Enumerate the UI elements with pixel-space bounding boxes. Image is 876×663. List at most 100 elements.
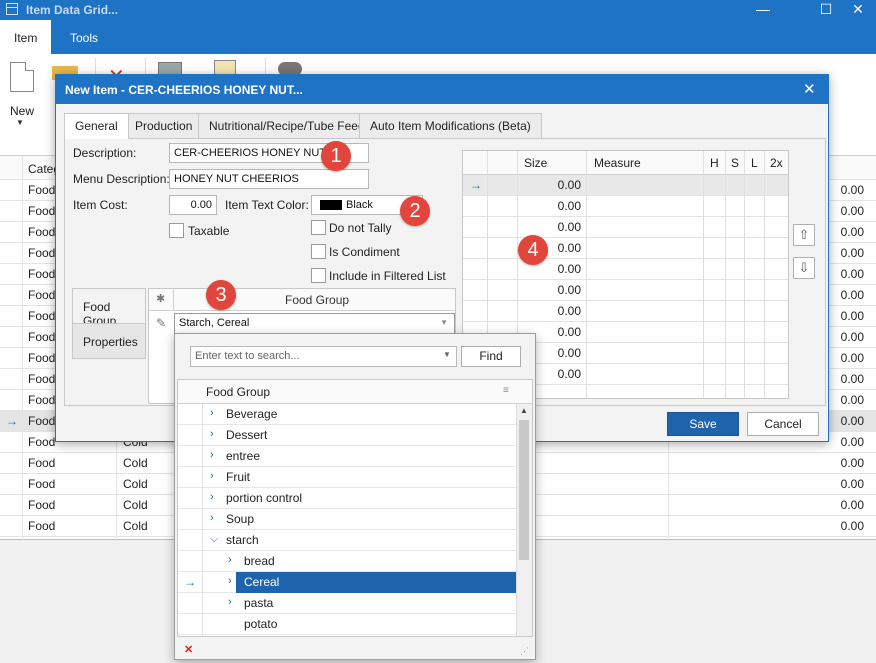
column-header-l[interactable]: L <box>751 156 758 170</box>
menu-tab-tools[interactable]: Tools <box>56 20 112 54</box>
tree-item-label: potato <box>244 617 278 631</box>
cancel-button[interactable]: Cancel <box>747 412 819 436</box>
new-button[interactable]: New <box>10 104 34 118</box>
tree-column-header[interactable]: Food Group <box>206 385 270 399</box>
include-filtered-checkbox[interactable] <box>311 268 326 283</box>
chevron-right-icon[interactable]: › <box>228 575 232 587</box>
tree-item-label: Beverage <box>226 407 278 421</box>
annotation-badge-4: 4 <box>518 235 548 265</box>
tree-scrollbar[interactable]: ▲ <box>516 404 532 636</box>
find-button[interactable]: Find <box>461 346 521 367</box>
grid-divider <box>703 151 704 398</box>
column-header-s[interactable]: S <box>731 156 739 170</box>
lefttab-food-group[interactable]: Food Group <box>72 288 146 328</box>
food-group-column-header[interactable]: Food Group <box>285 293 349 307</box>
move-up-button[interactable]: ⇧ <box>793 224 815 246</box>
food-group-grid-header: ✱ Food Group <box>149 289 455 311</box>
size-row[interactable]: 0.00 <box>463 301 788 322</box>
move-down-button[interactable]: ⇩ <box>793 257 815 279</box>
chevron-right-icon[interactable]: › <box>210 470 214 482</box>
menu-description-field[interactable]: HONEY NUT CHEERIOS <box>169 169 369 189</box>
table-cell-category: Food <box>28 393 56 407</box>
table-cell-temp: Cold <box>123 498 148 512</box>
column-header-h[interactable]: H <box>710 156 719 170</box>
grid-divider <box>586 151 587 398</box>
tree-item-portion-control[interactable]: › portion control <box>178 488 518 509</box>
chevron-down-icon[interactable]: ▼ <box>16 118 24 127</box>
size-row[interactable]: 0.00 <box>463 238 788 259</box>
table-cell-category: Food <box>28 372 56 386</box>
tree-item-soup[interactable]: › Soup <box>178 509 518 530</box>
tab-general[interactable]: General <box>64 113 129 139</box>
chevron-right-icon[interactable]: › <box>228 554 232 566</box>
chevron-right-icon[interactable]: › <box>228 596 232 608</box>
tree-item-entree[interactable]: › entree <box>178 446 518 467</box>
clear-icon[interactable]: ✕ <box>184 643 193 656</box>
tree-item-label: Cereal <box>244 575 280 589</box>
chevron-right-icon[interactable]: › <box>210 428 214 440</box>
table-cell-category: Food <box>28 267 56 281</box>
size-cell[interactable]: 0.00 <box>519 178 581 192</box>
size-row[interactable]: → 0.00 <box>463 175 788 196</box>
table-cell-category: Food <box>28 246 56 260</box>
is-condiment-label: Is Condiment <box>329 245 400 259</box>
tree-item-beverage[interactable]: › Beverage <box>178 404 518 425</box>
size-row[interactable]: 0.00 <box>463 196 788 217</box>
table-cell-temp: Cold <box>123 477 148 491</box>
column-menu-icon[interactable]: ≡ <box>503 385 509 396</box>
tree-item-pasta[interactable]: › pasta <box>178 593 518 614</box>
table-cell-category: Food <box>28 456 56 470</box>
column-header-size[interactable]: Size <box>524 156 547 170</box>
size-cell[interactable]: 0.00 <box>519 199 581 213</box>
column-header-measure[interactable]: Measure <box>594 156 641 170</box>
tab-nutritional[interactable]: Nutritional/Recipe/Tube Feed <box>198 113 376 138</box>
item-cost-label: Item Cost: <box>73 198 128 212</box>
chevron-right-icon[interactable]: › <box>210 512 214 524</box>
description-label: Description: <box>73 146 137 160</box>
scroll-thumb[interactable] <box>519 420 529 560</box>
scroll-up-icon[interactable]: ▲ <box>520 406 528 415</box>
taxable-checkbox[interactable] <box>169 223 184 238</box>
table-cell-category: Food <box>28 288 56 302</box>
minimize-button[interactable]: — <box>740 0 786 20</box>
tree-item-bread[interactable]: › bread <box>178 551 518 572</box>
tree-header: Food Group ≡ <box>178 380 532 404</box>
tree-item-dessert[interactable]: › Dessert <box>178 425 518 446</box>
size-cell[interactable]: 0.00 <box>519 304 581 318</box>
size-cell[interactable]: 0.00 <box>519 220 581 234</box>
dialog-close-button[interactable]: ✕ <box>803 80 816 98</box>
tree-item-fruit[interactable]: › Fruit <box>178 467 518 488</box>
size-row[interactable]: 0.00 <box>463 280 788 301</box>
dropdown-arrow-icon[interactable]: ▼ <box>440 314 448 332</box>
item-text-color-value: Black <box>346 199 373 211</box>
close-window-button[interactable]: ✕ <box>835 0 876 20</box>
lefttab-properties[interactable]: Properties <box>72 323 146 359</box>
search-dropdown-arrow-icon[interactable]: ▼ <box>443 350 451 359</box>
table-cell-category: Food <box>28 435 56 449</box>
chevron-right-icon[interactable]: › <box>210 407 214 419</box>
size-cell[interactable]: 0.00 <box>519 283 581 297</box>
search-input[interactable]: Enter text to search... <box>190 346 457 367</box>
tab-auto-item-modifications[interactable]: Auto Item Modifications (Beta) <box>359 113 542 138</box>
new-document-icon[interactable] <box>10 62 34 92</box>
tree-item-cereal[interactable]: → › Cereal <box>178 572 518 593</box>
chevron-down-icon[interactable]: ⌵ <box>210 533 218 546</box>
column-header-2x[interactable]: 2x <box>770 156 783 170</box>
is-condiment-checkbox[interactable] <box>311 244 326 259</box>
chevron-right-icon[interactable]: › <box>210 449 214 461</box>
tree-item-starch[interactable]: ⌵ starch <box>178 530 518 551</box>
save-button[interactable]: Save <box>667 412 739 436</box>
tab-production[interactable]: Production <box>124 113 204 138</box>
row-pointer-icon: → <box>470 178 482 192</box>
size-row[interactable]: 0.00 <box>463 217 788 238</box>
chevron-right-icon[interactable]: › <box>210 491 214 503</box>
menu-tab-item[interactable]: Item <box>0 20 52 54</box>
table-cell-amount: 0.00 <box>840 456 864 470</box>
dialog-titlebar: New Item - CER-CHEERIOS HONEY NUT... ✕ <box>56 75 828 104</box>
size-row[interactable]: 0.00 <box>463 259 788 280</box>
item-cost-field[interactable]: 0.00 <box>169 195 217 215</box>
food-group-combo[interactable]: Starch, Cereal ▼ <box>174 313 455 334</box>
do-not-tally-checkbox[interactable] <box>311 220 326 235</box>
tree-item-potato[interactable]: potato <box>178 614 518 635</box>
resize-grip-icon[interactable]: ⋰ <box>520 646 529 657</box>
